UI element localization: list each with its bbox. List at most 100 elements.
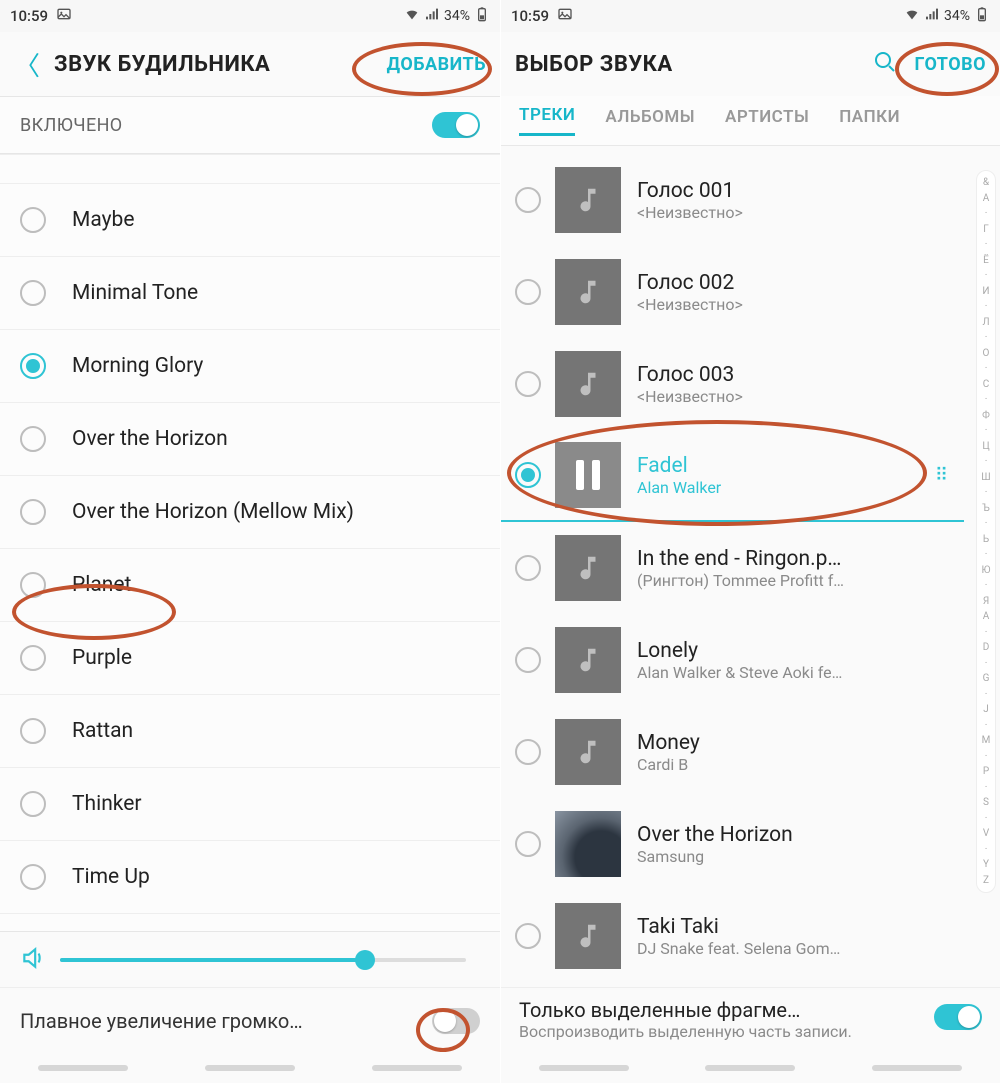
tone-row[interactable]: Minimal Tone: [0, 257, 500, 330]
alphabet-letter[interactable]: ·: [977, 456, 995, 467]
radio-button[interactable]: [20, 353, 46, 379]
alphabet-letter[interactable]: ·: [977, 425, 995, 436]
pause-icon[interactable]: [555, 442, 621, 508]
alphabet-letter[interactable]: Ё: [977, 255, 995, 266]
alphabet-letter[interactable]: Я: [977, 596, 995, 607]
radio-button[interactable]: [515, 647, 541, 673]
radio-button[interactable]: [515, 371, 541, 397]
alphabet-letter[interactable]: ·: [977, 487, 995, 498]
tone-row[interactable]: Maybe: [0, 184, 500, 257]
radio-button[interactable]: [515, 923, 541, 949]
music-note-icon[interactable]: [555, 811, 621, 877]
radio-button[interactable]: [20, 280, 46, 306]
radio-button[interactable]: [20, 718, 46, 744]
alphabet-letter[interactable]: ·: [977, 301, 995, 312]
alphabet-letter[interactable]: С: [977, 379, 995, 390]
radio-button[interactable]: [20, 791, 46, 817]
alphabet-letter[interactable]: ·: [977, 580, 995, 591]
gradual-volume-toggle[interactable]: [432, 1008, 480, 1034]
track-list[interactable]: Голос 001<Неизвестно>Голос 002<Неизвестн…: [501, 146, 1000, 987]
enabled-toggle[interactable]: [432, 112, 480, 138]
alphabet-letter[interactable]: Ф: [977, 410, 995, 421]
tone-list[interactable]: MaybeMinimal ToneMorning GloryOver the H…: [0, 154, 500, 931]
tone-row[interactable]: Trailer: [0, 914, 500, 931]
alphabet-letter[interactable]: А: [977, 193, 995, 204]
alphabet-letter[interactable]: V: [977, 828, 995, 839]
radio-button[interactable]: [20, 645, 46, 671]
nav-back[interactable]: [372, 1065, 462, 1071]
enabled-row[interactable]: ВКЛЮЧЕНО: [0, 96, 500, 154]
alphabet-letter[interactable]: A: [977, 611, 995, 622]
alphabet-letter[interactable]: ·: [977, 518, 995, 529]
tab-артисты[interactable]: АРТИСТЫ: [725, 107, 809, 135]
track-row[interactable]: LonelyAlan Walker & Steve Aoki fe…: [501, 614, 1000, 706]
tone-row[interactable]: Rattan: [0, 695, 500, 768]
music-note-icon[interactable]: [555, 535, 621, 601]
highlight-only-row[interactable]: Только выделенные фрагме… Воспроизводить…: [501, 987, 1000, 1053]
alphabet-letter[interactable]: Ю: [977, 565, 995, 576]
alphabet-letter[interactable]: ·: [977, 332, 995, 343]
highlight-only-toggle[interactable]: [934, 1004, 982, 1030]
track-row[interactable]: FadelAlan Walker⠿: [501, 430, 964, 522]
alphabet-letter[interactable]: ·: [977, 363, 995, 374]
alphabet-letter[interactable]: G: [977, 673, 995, 684]
radio-button[interactable]: [515, 739, 541, 765]
track-row[interactable]: Голос 002<Неизвестно>: [501, 246, 1000, 338]
tone-row[interactable]: Thinker: [0, 768, 500, 841]
nav-home[interactable]: [205, 1065, 295, 1071]
tone-row[interactable]: Morning Glory: [0, 330, 500, 403]
music-note-icon[interactable]: [555, 719, 621, 785]
alphabet-letter[interactable]: ·: [977, 689, 995, 700]
radio-button[interactable]: [20, 572, 46, 598]
alphabet-letter[interactable]: ·: [977, 658, 995, 669]
radio-button[interactable]: [515, 831, 541, 857]
tab-треки[interactable]: ТРЕКИ: [519, 105, 575, 136]
alphabet-letter[interactable]: Г: [977, 224, 995, 235]
music-note-icon[interactable]: [555, 627, 621, 693]
radio-button[interactable]: [20, 864, 46, 890]
track-row[interactable]: In the end - Ringon.p…(Рингтон) Tommee P…: [501, 522, 1000, 614]
search-button[interactable]: [873, 50, 897, 78]
nav-recents[interactable]: [38, 1065, 128, 1071]
music-note-icon[interactable]: [555, 351, 621, 417]
alphabet-letter[interactable]: P: [977, 766, 995, 777]
alphabet-letter[interactable]: Ь: [977, 534, 995, 545]
alphabet-letter[interactable]: ·: [977, 782, 995, 793]
alphabet-letter[interactable]: ·: [977, 549, 995, 560]
alphabet-letter[interactable]: Z: [977, 875, 995, 886]
alphabet-letter[interactable]: Ъ: [977, 503, 995, 514]
volume-slider[interactable]: [60, 958, 466, 962]
add-button[interactable]: ДОБАВИТЬ: [387, 54, 486, 75]
tone-row[interactable]: Purple: [0, 622, 500, 695]
tone-row[interactable]: Over the Horizon (Mellow Mix): [0, 476, 500, 549]
alphabet-letter[interactable]: О: [977, 348, 995, 359]
radio-button[interactable]: [20, 499, 46, 525]
alphabet-letter[interactable]: ·: [977, 627, 995, 638]
tone-row[interactable]: Time Up: [0, 841, 500, 914]
music-note-icon[interactable]: [555, 903, 621, 969]
track-row[interactable]: Taki TakiDJ Snake feat. Selena Gom…: [501, 890, 1000, 982]
music-note-icon[interactable]: [555, 259, 621, 325]
radio-button[interactable]: [515, 187, 541, 213]
alphabet-letter[interactable]: M: [977, 735, 995, 746]
alphabet-letter[interactable]: Ц: [977, 441, 995, 452]
radio-button[interactable]: [20, 426, 46, 452]
radio-button[interactable]: [515, 279, 541, 305]
tab-папки[interactable]: ПАПКИ: [839, 107, 900, 135]
track-row[interactable]: Голос 001<Неизвестно>: [501, 154, 1000, 246]
tone-row[interactable]: Over the Horizon: [0, 403, 500, 476]
alphabet-letter[interactable]: ·: [977, 270, 995, 281]
alphabet-letter[interactable]: ·: [977, 208, 995, 219]
tab-альбомы[interactable]: АЛЬБОМЫ: [605, 107, 695, 135]
alphabet-letter[interactable]: И: [977, 286, 995, 297]
alphabet-letter[interactable]: J: [977, 704, 995, 715]
back-button[interactable]: 〈: [14, 46, 40, 83]
radio-button[interactable]: [20, 207, 46, 233]
alphabet-letter[interactable]: Y: [977, 859, 995, 870]
radio-button[interactable]: [515, 555, 541, 581]
done-button[interactable]: ГОТОВО: [915, 54, 986, 75]
track-row[interactable]: MoneyCardi B: [501, 706, 1000, 798]
alphabet-index[interactable]: &А·Г·Ё·И·Л·О·С·Ф·Ц·Ш·Ъ·Ь·Ю·ЯA·D·G·J·M·P·…: [976, 170, 996, 893]
alphabet-letter[interactable]: ·: [977, 239, 995, 250]
alphabet-letter[interactable]: ·: [977, 813, 995, 824]
